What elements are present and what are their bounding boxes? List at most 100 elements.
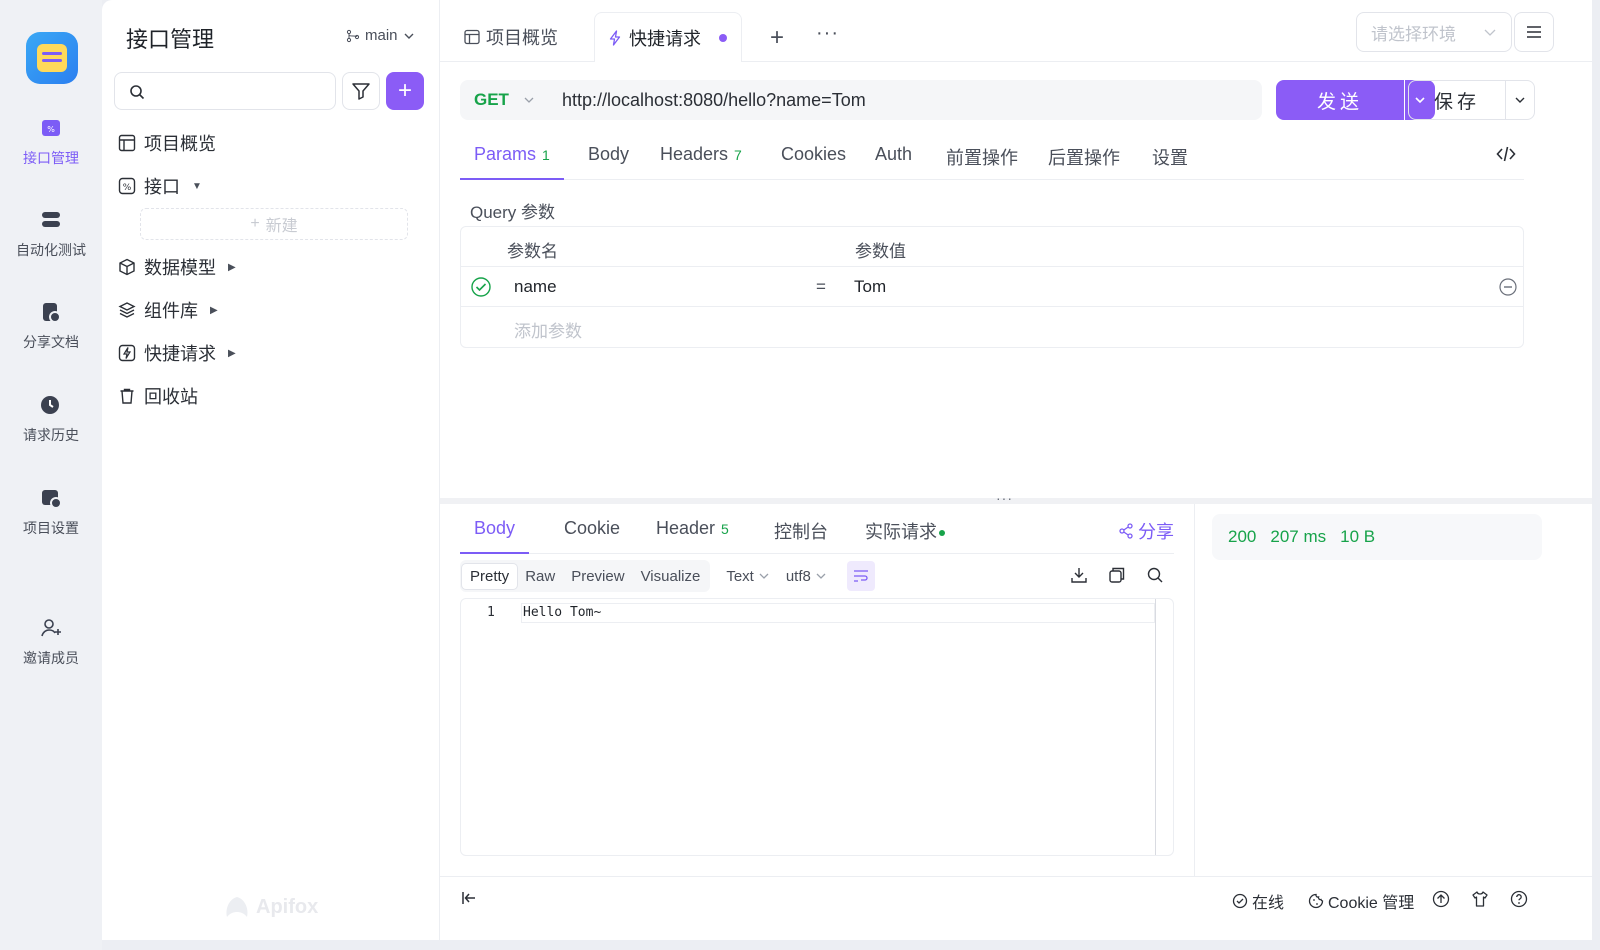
response-size: 10 B	[1340, 527, 1376, 546]
view-mode-segmented: Pretty Raw Preview Visualize	[460, 560, 711, 592]
view-preview[interactable]: Preview	[563, 564, 632, 589]
save-button[interactable]: 保存	[1408, 80, 1506, 120]
tab-cookies[interactable]: Cookies	[781, 144, 846, 180]
tab-params[interactable]: Params 1	[460, 144, 564, 180]
online-status[interactable]: 在线	[1232, 889, 1284, 913]
view-raw[interactable]: Raw	[517, 564, 563, 589]
tab-settings[interactable]: 设置	[1152, 144, 1188, 180]
response-actions	[1070, 566, 1164, 584]
rail-item-automation[interactable]: 自动化测试	[0, 208, 102, 260]
tab-label: Cookies	[781, 144, 847, 164]
rail-item-history[interactable]: 请求历史	[0, 393, 102, 445]
resp-tab-cookie[interactable]: Cookie	[564, 518, 620, 554]
shirt-icon[interactable]	[1471, 890, 1489, 908]
url-input[interactable]: http://localhost:8080/hello?name=Tom	[562, 90, 866, 111]
request-tabs: Params 1 Body Headers 7 Cookies Auth 前置操作 …	[460, 136, 1524, 180]
encoding-select[interactable]: utf8	[786, 568, 827, 585]
download-icon[interactable]	[1070, 566, 1088, 584]
tab-label: 实际请求	[865, 522, 937, 542]
upload-circle-icon[interactable]	[1432, 890, 1450, 908]
copy-icon[interactable]	[1108, 566, 1126, 584]
generate-code-button[interactable]	[1496, 144, 1516, 169]
tab-post-operations[interactable]: 后置操作	[1048, 144, 1120, 180]
env-menu-button[interactable]	[1514, 12, 1554, 52]
encoding-value: utf8	[785, 567, 811, 585]
rail-label: 自动化测试	[16, 242, 86, 258]
tab-project-overview[interactable]: 项目概览	[452, 12, 570, 62]
remove-circle-icon[interactable]	[1499, 278, 1517, 296]
filter-button[interactable]	[342, 72, 380, 110]
table-header-row: 参数名 参数值	[461, 227, 1523, 267]
rail-item-invite[interactable]: 邀请成员	[0, 616, 102, 668]
app-logo[interactable]	[26, 32, 78, 84]
tab-auth[interactable]: Auth	[875, 144, 912, 180]
svg-text:%: %	[123, 183, 132, 193]
word-wrap-toggle[interactable]	[846, 561, 875, 591]
tab-label: Params	[474, 144, 537, 164]
rail-item-api-management[interactable]: % 接口管理	[0, 116, 102, 168]
status-code: 200	[1228, 527, 1257, 546]
branch-name: main	[365, 27, 398, 44]
search-input[interactable]	[114, 72, 336, 110]
resp-tab-header[interactable]: Header 5	[656, 518, 729, 554]
tree-label: 项目概览	[144, 134, 216, 154]
response-body-editor[interactable]: 1 Hello Tom~	[460, 598, 1174, 856]
rail-label: 项目设置	[23, 520, 79, 536]
content-type-value: Text	[726, 567, 754, 585]
cookie-manager-button[interactable]: Cookie 管理	[1308, 889, 1414, 913]
rail-item-share-doc[interactable]: 分享文档	[0, 300, 102, 352]
caret-right-icon: ▶	[228, 347, 236, 359]
environment-select[interactable]: 请选择环境	[1356, 12, 1512, 52]
unsaved-dot	[719, 33, 727, 42]
search-icon[interactable]	[1146, 566, 1164, 584]
checked-circle-icon[interactable]	[471, 277, 491, 297]
tree-item-data-model[interactable]: 数据模型 ▶	[118, 254, 236, 280]
tab-label: 控制台	[774, 522, 828, 542]
overview-icon	[464, 29, 480, 45]
add-button[interactable]: +	[386, 72, 424, 110]
tree-item-api[interactable]: % 接口 ▼	[118, 173, 202, 199]
tab-quick-request[interactable]: 快捷请求	[594, 12, 742, 62]
panel-resize-handle[interactable]: ···	[440, 490, 1592, 506]
tree-item-overview[interactable]: 项目概览	[118, 130, 216, 156]
param-value-input[interactable]: Tom	[854, 277, 886, 297]
tree-label: 数据模型	[144, 258, 216, 278]
rail-item-project-settings[interactable]: 项目设置	[0, 486, 102, 538]
param-name-input[interactable]: name	[514, 277, 557, 297]
share-button[interactable]: 分享	[1118, 518, 1174, 544]
resp-tab-console[interactable]: 控制台	[774, 518, 828, 554]
collapse-sidebar-icon[interactable]	[460, 889, 478, 907]
view-visualize[interactable]: Visualize	[633, 564, 709, 589]
tree-item-components[interactable]: 组件库 ▶	[118, 297, 218, 323]
tab-pre-operations[interactable]: 前置操作	[946, 144, 1018, 180]
plus-icon: +	[250, 215, 260, 232]
svg-text:%: %	[47, 125, 55, 134]
content-type-select[interactable]: Text	[726, 568, 770, 585]
apifox-logo-icon	[226, 897, 248, 917]
editor-scrollbar[interactable]	[1155, 599, 1156, 855]
invite-member-icon	[41, 619, 61, 637]
sidebar: 接口管理 main + 项目概览 % 接口 ▼ + 新建 数据模型 ▶ 组件库 …	[102, 0, 440, 940]
branch-selector[interactable]: main	[346, 27, 415, 44]
new-tab-button[interactable]: +	[770, 24, 784, 52]
new-api-button[interactable]: + 新建	[140, 208, 408, 240]
resp-tab-body[interactable]: Body	[460, 518, 530, 554]
model-icon	[119, 258, 135, 276]
apifox-watermark: Apifox	[224, 895, 318, 919]
tree-item-quick-request[interactable]: 快捷请求 ▶	[118, 340, 236, 366]
more-tabs-button[interactable]: ···	[816, 22, 839, 45]
share-doc-icon	[43, 303, 61, 323]
send-button[interactable]: 发送	[1276, 80, 1404, 120]
method-select[interactable]: GET	[460, 90, 548, 110]
tab-body[interactable]: Body	[588, 144, 629, 180]
add-param-row[interactable]: 添加参数	[461, 307, 1523, 347]
tab-label: 前置操作	[946, 148, 1018, 168]
tab-headers[interactable]: Headers 7	[660, 144, 742, 180]
view-pretty[interactable]: Pretty	[462, 563, 518, 589]
resp-tab-actual-request[interactable]: 实际请求	[865, 518, 945, 554]
format-toolbar: Pretty Raw Preview Visualize Text utf8	[460, 560, 875, 592]
save-options-button[interactable]	[1505, 80, 1535, 120]
rail-label: 接口管理	[23, 150, 79, 166]
help-icon[interactable]	[1510, 890, 1528, 908]
tree-item-trash[interactable]: 回收站	[118, 383, 198, 409]
